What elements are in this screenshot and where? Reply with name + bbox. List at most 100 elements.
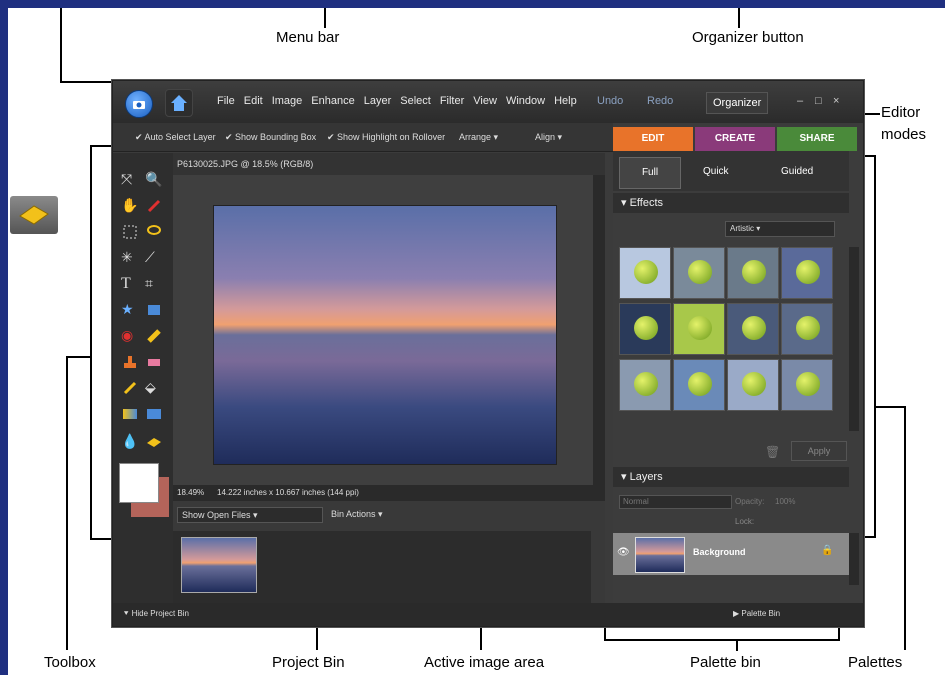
- apply-button[interactable]: Apply: [791, 441, 847, 461]
- zoom-tool-icon[interactable]: 🔍: [145, 171, 165, 189]
- redo-button[interactable]: Redo: [647, 95, 673, 107]
- callout-line: [90, 145, 92, 539]
- effects-scrollbar[interactable]: [849, 247, 859, 431]
- foreground-color-swatch-top[interactable]: [119, 463, 159, 503]
- effect-thumbnail[interactable]: [673, 247, 725, 299]
- effect-thumbnail[interactable]: [727, 359, 779, 411]
- palette-bin-callout: Palette bin: [690, 654, 761, 671]
- guided-edit-tab[interactable]: Guided: [781, 157, 813, 187]
- paint-bucket-tool-icon[interactable]: ⬙: [145, 379, 165, 397]
- effects-category-dropdown[interactable]: Artistic ▾: [725, 221, 835, 237]
- palette-bin-toggle[interactable]: ▶ Palette Bin: [733, 609, 780, 618]
- guided-label: Guided: [781, 166, 814, 177]
- undo-button[interactable]: Undo: [597, 95, 623, 107]
- minimize-button[interactable]: –: [797, 95, 803, 107]
- show-bounding-box-checkbox[interactable]: ✔ Show Bounding Box: [225, 132, 316, 143]
- sponge-tool-icon[interactable]: [145, 433, 165, 451]
- hide-project-bin-button[interactable]: ⯆ Hide Project Bin: [123, 609, 189, 619]
- type-tool-icon[interactable]: T: [121, 275, 141, 293]
- opacity-value[interactable]: 100%: [775, 497, 795, 506]
- clone-stamp-tool-icon[interactable]: [121, 353, 141, 371]
- shape-tool-icon[interactable]: [145, 405, 165, 423]
- frame-left: [0, 0, 8, 675]
- recompose-tool-icon[interactable]: [145, 301, 165, 319]
- eye-visibility-icon[interactable]: 👁: [617, 547, 630, 558]
- bin-actions-label: Bin Actions: [331, 509, 376, 519]
- red-eye-tool-icon[interactable]: ◉: [121, 327, 141, 345]
- blend-mode-dropdown[interactable]: Normal: [619, 495, 732, 509]
- tab-share[interactable]: SHARE: [777, 127, 857, 151]
- palette-bin-label: Palette Bin: [741, 609, 781, 618]
- layers-palette-header[interactable]: ▾ Layers: [613, 467, 849, 487]
- hand-tool-icon[interactable]: ✋: [121, 197, 141, 215]
- tab-create[interactable]: CREATE: [695, 127, 775, 151]
- move-tool-icon[interactable]: ⤧: [121, 171, 141, 189]
- lasso-tool-icon[interactable]: [145, 223, 165, 241]
- eyedropper-tool-icon[interactable]: [145, 197, 165, 215]
- menu-edit[interactable]: Edit: [244, 95, 263, 107]
- effect-thumbnail[interactable]: [619, 359, 671, 411]
- eraser-tool-icon[interactable]: [145, 353, 165, 371]
- zoom-readout: 18.49%: [177, 488, 205, 497]
- effects-palette-header[interactable]: ▾ Effects: [613, 193, 849, 213]
- organizer-button[interactable]: Organizer: [706, 92, 769, 114]
- tab-edit[interactable]: EDIT: [613, 127, 693, 151]
- healing-brush-tool-icon[interactable]: [145, 327, 165, 345]
- crop-tool-icon[interactable]: ⌗: [145, 275, 165, 293]
- bin-actions-menu[interactable]: Bin Actions ▾: [331, 509, 383, 520]
- menu-image[interactable]: Image: [272, 95, 303, 107]
- menu-help[interactable]: Help: [554, 95, 577, 107]
- menu-view[interactable]: View: [473, 95, 497, 107]
- effect-thumbnail[interactable]: [781, 247, 833, 299]
- show-highlight-checkbox[interactable]: ✔ Show Highlight on Rollover: [327, 132, 445, 143]
- pencil-tool-icon[interactable]: [121, 379, 141, 397]
- organizer-label: Organizer: [713, 97, 762, 109]
- menu-window[interactable]: Window: [506, 95, 545, 107]
- project-bin-thumbnail[interactable]: [181, 537, 257, 593]
- effect-thumbnail[interactable]: [673, 303, 725, 355]
- menu-select[interactable]: Select: [400, 95, 431, 107]
- arrange-label: Arrange: [459, 132, 492, 142]
- effect-thumbnail[interactable]: [619, 303, 671, 355]
- effect-thumbnail[interactable]: [781, 303, 833, 355]
- close-button[interactable]: ×: [833, 95, 839, 107]
- vertical-scrollbar[interactable]: [593, 175, 605, 485]
- arrange-dropdown[interactable]: Arrange ▾: [459, 132, 498, 143]
- home-icon[interactable]: [165, 89, 193, 117]
- quick-selection-tool-icon[interactable]: ⟋: [145, 249, 165, 267]
- magic-wand-tool-icon[interactable]: ✳: [121, 249, 141, 267]
- trash-icon[interactable]: 🗑: [765, 445, 780, 459]
- project-bin: Show Open Files ▾ Bin Actions ▾: [173, 501, 605, 603]
- project-bin-thumbnails: [173, 531, 591, 603]
- menu-file[interactable]: File: [217, 95, 235, 107]
- layer-row-background[interactable]: 👁 Background 🔒: [613, 533, 849, 575]
- camera-logo-icon[interactable]: [125, 90, 153, 118]
- effect-thumbnail[interactable]: [619, 247, 671, 299]
- callout-line: [66, 356, 68, 650]
- marquee-tool-icon[interactable]: [121, 223, 141, 241]
- active-image-area[interactable]: [173, 175, 593, 485]
- menu-enhance[interactable]: Enhance: [311, 95, 354, 107]
- quick-edit-tab[interactable]: Quick: [703, 157, 729, 187]
- callout-line: [862, 155, 876, 157]
- cookie-cutter-tool-icon[interactable]: ★: [121, 301, 141, 319]
- menu-layer[interactable]: Layer: [364, 95, 392, 107]
- effect-thumbnail[interactable]: [673, 359, 725, 411]
- active-image-area-callout: Active image area: [424, 654, 545, 671]
- effect-thumbnail[interactable]: [727, 247, 779, 299]
- full-edit-tab[interactable]: Full: [619, 157, 681, 189]
- layers-scrollbar[interactable]: [849, 533, 859, 585]
- align-dropdown[interactable]: Align ▾: [535, 132, 562, 143]
- callout-line: [90, 145, 112, 147]
- show-open-files-dropdown[interactable]: Show Open Files ▾: [177, 507, 323, 523]
- auto-select-layer-checkbox[interactable]: ✔ Auto Select Layer: [135, 132, 216, 143]
- effect-thumbnail[interactable]: [781, 359, 833, 411]
- lock-icon: 🔒: [821, 545, 834, 556]
- editor-modes-callout-line2: modes: [881, 126, 927, 143]
- restore-button[interactable]: □: [815, 95, 822, 107]
- gradient-tool-icon[interactable]: [121, 405, 141, 423]
- menu-filter[interactable]: Filter: [440, 95, 464, 107]
- effect-thumbnail[interactable]: [727, 303, 779, 355]
- blur-tool-icon[interactable]: 💧: [121, 433, 141, 451]
- lock-label: Lock:: [735, 517, 755, 526]
